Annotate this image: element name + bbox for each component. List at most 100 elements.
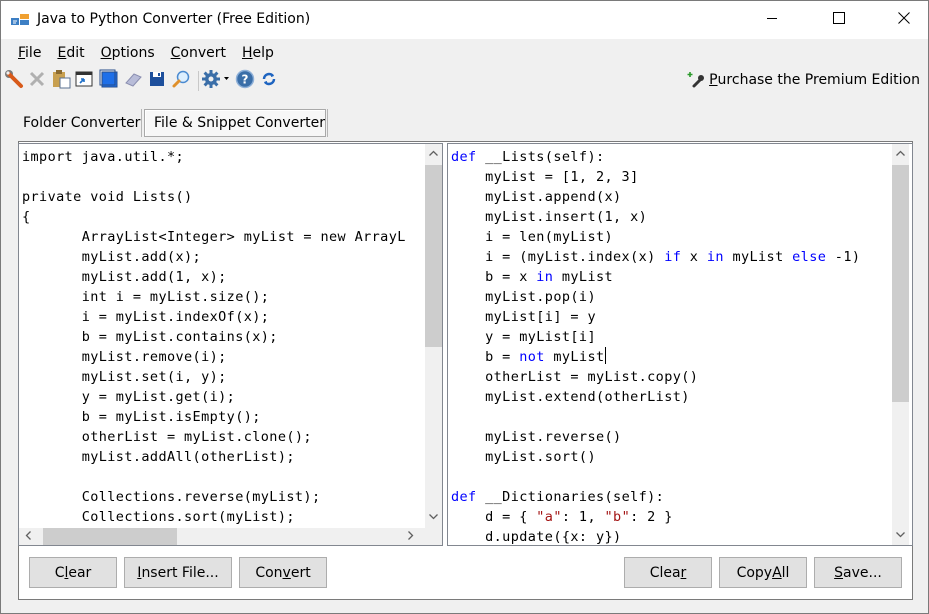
code-token: myList = [1, 2, 3]	[451, 169, 639, 185]
wrench-icon	[4, 69, 24, 93]
close-icon	[898, 12, 910, 28]
python-code-line	[451, 467, 860, 487]
convert-button[interactable]: Con v ert	[239, 557, 327, 588]
scroll-left-button[interactable]	[19, 528, 36, 545]
chevron-down-icon	[429, 509, 438, 524]
tab-folder-converter[interactable]: Folder Converter	[15, 109, 148, 137]
scroll-right-button[interactable]	[402, 528, 419, 545]
save-button[interactable]	[146, 70, 168, 92]
clear-source-button[interactable]: Cl ear	[29, 557, 117, 588]
python-code-line: myList.sort()	[451, 447, 860, 467]
eraser-icon	[123, 69, 143, 93]
refresh-icon	[260, 70, 278, 92]
menu-options[interactable]: Options	[94, 45, 162, 61]
scroll-down-button[interactable]	[425, 508, 442, 525]
python-code-line: i = len(myList)	[451, 227, 860, 247]
java-code-line: y = myList.get(i);	[22, 389, 236, 405]
settings-dropdown-button[interactable]	[201, 70, 231, 92]
python-code-line: myList.append(x)	[451, 187, 860, 207]
open-window-icon	[74, 69, 94, 93]
java-source-editor[interactable]: import java.util.*; private void Lists()…	[18, 143, 443, 546]
window-title: Java to Python Converter (Free Edition)	[37, 11, 311, 27]
scroll-up-button[interactable]	[892, 144, 909, 161]
text-caret	[604, 347, 606, 364]
java-code-line: myList.remove(i);	[22, 349, 227, 365]
python-vertical-scrollbar[interactable]	[892, 144, 909, 545]
python-code-line: b = not myList	[451, 347, 860, 367]
minimize-button[interactable]	[749, 1, 795, 39]
chevron-up-icon	[429, 145, 438, 160]
scroll-thumb[interactable]	[892, 165, 909, 402]
app-window: Java to Python Converter (Free Edition) …	[0, 0, 929, 614]
python-code-line: myList[i] = y	[451, 307, 860, 327]
copy-all-button[interactable]: Copy All	[719, 557, 807, 588]
code-token: i = (myList.index(x)	[451, 249, 665, 265]
scroll-thumb[interactable]	[43, 528, 177, 545]
code-token: myList[i] = y	[451, 309, 596, 325]
keyword-token: in	[536, 269, 554, 285]
find-magnifier-icon	[171, 69, 191, 93]
settings-gear-dropdown-icon	[201, 69, 231, 93]
maximize-button[interactable]	[816, 1, 862, 39]
python-code-line: def __Dictionaries(self):	[451, 487, 860, 507]
keyword-token: in	[706, 249, 724, 265]
python-code-line: myList.extend(otherList)	[451, 387, 860, 407]
java-code-line	[22, 467, 406, 487]
menu-file[interactable]: File	[11, 45, 48, 61]
java-code-line	[22, 167, 406, 187]
code-token: myList.append(x)	[451, 189, 622, 205]
python-code-line: b = x in myList	[451, 267, 860, 287]
scroll-thumb[interactable]	[425, 165, 442, 347]
python-output-editor[interactable]: def __Lists(self): myList = [1, 2, 3] my…	[447, 143, 913, 546]
code-token: myList	[723, 249, 793, 265]
close-button[interactable]	[881, 1, 927, 39]
python-code-text[interactable]: def __Lists(self): myList = [1, 2, 3] my…	[451, 147, 860, 545]
code-token: b =	[451, 349, 520, 365]
java-code-line: i = myList.indexOf(x);	[22, 309, 270, 325]
help-icon: ?	[235, 69, 255, 93]
delete-x-icon	[28, 70, 46, 92]
purchase-premium-link[interactable]: Purchase the Premium Edition	[687, 71, 920, 89]
python-code-line: myList = [1, 2, 3]	[451, 167, 860, 187]
keyword-token: def	[451, 149, 477, 165]
help-button[interactable]: ?	[234, 69, 256, 93]
code-token: : 2 }	[630, 509, 673, 525]
java-vertical-scrollbar[interactable]	[425, 144, 442, 528]
code-token: myList.reverse()	[451, 429, 622, 445]
python-code-line: i = (myList.index(x) if x in myList else…	[451, 247, 860, 267]
java-code-line: myList.add(1, x);	[22, 269, 227, 285]
delete-button[interactable]	[26, 70, 48, 92]
code-token: y = myList[i]	[451, 329, 596, 345]
menu-bar: File Edit Options Convert Help	[1, 39, 928, 67]
menu-convert[interactable]: Convert	[164, 45, 233, 61]
eraser-button[interactable]	[122, 70, 144, 92]
open-window-button[interactable]	[73, 70, 95, 92]
java-code-text[interactable]: import java.util.*; private void Lists()…	[22, 147, 406, 527]
java-horizontal-scrollbar[interactable]	[19, 528, 425, 545]
paste-button[interactable]	[50, 70, 72, 92]
java-code-line: Collections.sort(myList);	[22, 509, 295, 525]
java-code-line: {	[22, 209, 31, 225]
save-disk-icon	[148, 70, 166, 92]
refresh-button[interactable]	[258, 70, 280, 92]
options-wrench-button[interactable]	[3, 70, 25, 92]
insert-file-button[interactable]: Insert File...	[124, 557, 232, 588]
menu-help[interactable]: Help	[235, 45, 281, 61]
keyword-token: not	[519, 349, 545, 365]
find-button[interactable]	[170, 70, 192, 92]
converter-app-icon	[11, 13, 29, 27]
clear-output-button[interactable]: Clea r	[624, 557, 712, 588]
select-all-button[interactable]	[98, 69, 120, 92]
python-code-line: d.update({x: y})	[451, 527, 860, 545]
menu-edit[interactable]: Edit	[50, 45, 91, 61]
code-token: : 1,	[561, 509, 605, 525]
scroll-up-button[interactable]	[425, 144, 442, 161]
save-output-button[interactable]: Save...	[814, 557, 902, 588]
scroll-corner	[425, 528, 442, 545]
code-token: myList	[553, 269, 614, 285]
code-token: myList.sort()	[451, 449, 596, 465]
tab-divider	[327, 109, 328, 137]
scroll-down-button[interactable]	[892, 526, 909, 543]
tab-file-snippet-converter[interactable]: File & Snippet Converter	[144, 109, 326, 137]
java-code-line: import java.util.*;	[22, 149, 185, 165]
